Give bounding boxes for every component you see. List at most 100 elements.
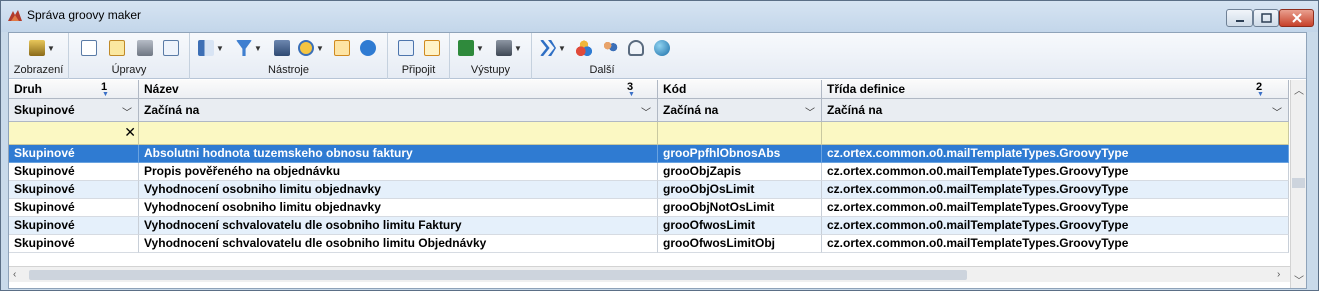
group-pripojit: Připojit: [388, 33, 450, 79]
vertical-scrollbar[interactable]: ︿ ﹀: [1290, 80, 1306, 288]
cell-nazev[interactable]: Vyhodnocení schvalovatelu dle osobniho l…: [139, 217, 658, 235]
scroll-left-icon[interactable]: ‹: [13, 269, 16, 280]
scroll-thumb[interactable]: [1292, 178, 1305, 188]
close-button[interactable]: [1279, 9, 1314, 27]
shapes-button[interactable]: [576, 39, 592, 57]
shapes-icon: [576, 40, 592, 56]
table-row[interactable]: Skupinové Vyhodnocení osobniho limitu obj…: [9, 199, 1289, 217]
columns-button[interactable]: ▼: [198, 39, 224, 57]
window-title: Správa groovy maker: [27, 8, 142, 22]
filter-value: Začíná na: [663, 103, 719, 117]
chevron-down-icon[interactable]: ﹀: [805, 104, 815, 119]
title-bar[interactable]: Správa groovy maker: [1, 1, 1318, 32]
web-button[interactable]: [654, 39, 670, 57]
group-label: Nástroje: [268, 64, 309, 76]
filter-button[interactable]: ▼: [236, 39, 262, 57]
group-dalsi: ▼ Další: [532, 33, 672, 79]
chevron-down-icon[interactable]: ﹀: [1272, 104, 1282, 119]
view-icon: [29, 40, 45, 56]
group-label: Úpravy: [111, 64, 147, 76]
cell-nazev[interactable]: Vyhodnocení schvalovatelu dle osobniho l…: [139, 235, 658, 253]
more-actions-button[interactable]: ▼: [540, 39, 566, 57]
double-chevron-icon: [540, 40, 556, 56]
cell-kod[interactable]: grooObjNotOsLimit: [658, 199, 822, 217]
cell-kod[interactable]: grooPpfhlObnosAbs: [658, 145, 822, 163]
cell-druh[interactable]: Skupinové: [9, 145, 139, 163]
schedule-button[interactable]: ▼: [298, 39, 324, 57]
print-button[interactable]: [274, 39, 290, 57]
output-print-button[interactable]: ▼: [496, 39, 522, 57]
attach-list-button[interactable]: [424, 39, 440, 57]
users-icon: [602, 40, 618, 56]
help-icon: [360, 40, 376, 56]
view-menu-button[interactable]: ▼: [29, 39, 55, 57]
chevron-down-icon[interactable]: ﹀: [641, 104, 651, 119]
cell-druh[interactable]: Skupinové: [9, 163, 139, 181]
cell-druh[interactable]: Skupinové: [9, 199, 139, 217]
new-button[interactable]: [81, 39, 97, 57]
column-header-nazev[interactable]: Název 3 ▼: [139, 80, 658, 99]
delete-button[interactable]: [137, 39, 153, 57]
filter-trida[interactable]: Začíná na ﹀: [822, 99, 1289, 122]
chevron-down-icon[interactable]: ﹀: [122, 104, 132, 119]
filter-druh[interactable]: Skupinové ﹀: [9, 99, 139, 122]
filter-value: Skupinové: [14, 103, 75, 117]
cell-trida[interactable]: cz.ortex.common.o0.mailTemplateTypes.Gro…: [822, 217, 1289, 235]
maximize-button[interactable]: [1253, 9, 1279, 27]
column-header-kod[interactable]: Kód: [658, 80, 822, 99]
help-button[interactable]: [360, 39, 376, 57]
edit-button[interactable]: [109, 39, 125, 57]
filter-input-nazev[interactable]: [139, 122, 658, 145]
scroll-down-icon[interactable]: ﹀: [1294, 272, 1304, 287]
excel-export-button[interactable]: ▼: [458, 39, 484, 57]
data-grid: Druh 1 ▼ Název 3 ▼ Kód Třída definice 2 …: [9, 80, 1289, 260]
close-icon[interactable]: ✕: [124, 124, 136, 141]
sort-asc-icon: ▼: [1257, 91, 1264, 98]
app-icon: [8, 10, 22, 21]
cell-nazev[interactable]: Vyhodnocení osobniho limitu objednavky: [139, 199, 658, 217]
filter-input-kod[interactable]: [658, 122, 822, 145]
table-row[interactable]: Skupinové Vyhodnocení schvalovatelu dle o…: [9, 217, 1289, 235]
users-button[interactable]: [602, 39, 618, 57]
cell-trida[interactable]: cz.ortex.common.o0.mailTemplateTypes.Gro…: [822, 235, 1289, 253]
cell-druh[interactable]: Skupinové: [9, 235, 139, 253]
group-label: Zobrazení: [13, 64, 64, 76]
cell-druh[interactable]: Skupinové: [9, 217, 139, 235]
columns-icon: [198, 40, 214, 56]
column-header-druh[interactable]: Druh 1 ▼: [9, 80, 139, 99]
table-row[interactable]: Skupinové Vyhodnocení schvalovatelu dle o…: [9, 235, 1289, 253]
table-row[interactable]: Skupinové Vyhodnocení osobniho limitu obj…: [9, 181, 1289, 199]
edit-record-icon: [109, 40, 125, 56]
filter-input-trida[interactable]: [822, 122, 1289, 145]
cell-nazev[interactable]: Absolutni hodnota tuzemskeho obnosu fakt…: [139, 145, 658, 163]
cell-trida[interactable]: cz.ortex.common.o0.mailTemplateTypes.Gro…: [822, 181, 1289, 199]
horizontal-scrollbar[interactable]: ‹ ›: [9, 266, 1290, 282]
filter-kod[interactable]: Začíná na ﹀: [658, 99, 822, 122]
scroll-right-icon[interactable]: ›: [1277, 269, 1280, 280]
cell-nazev[interactable]: Vyhodnocení osobniho limitu objednavky: [139, 181, 658, 199]
cell-trida[interactable]: cz.ortex.common.o0.mailTemplateTypes.Gro…: [822, 199, 1289, 217]
column-header-trida[interactable]: Třída definice 2 ▼: [822, 80, 1289, 99]
headset-icon: [628, 40, 644, 56]
cell-druh[interactable]: Skupinové: [9, 181, 139, 199]
scroll-up-icon[interactable]: ︿: [1294, 82, 1304, 97]
filter-input-druh[interactable]: ✕: [9, 122, 139, 145]
cell-trida[interactable]: cz.ortex.common.o0.mailTemplateTypes.Gro…: [822, 163, 1289, 181]
table-row[interactable]: Skupinové Absolutni hodnota tuzemskeho ob…: [9, 145, 1289, 163]
filter-nazev[interactable]: Začíná na ﹀: [139, 99, 658, 122]
cell-nazev[interactable]: Propis pověřeného na objednávku: [139, 163, 658, 181]
scroll-thumb[interactable]: [29, 270, 967, 280]
copy-button[interactable]: [163, 39, 179, 57]
table-row[interactable]: Skupinové Propis pověřeného na objednávku…: [9, 163, 1289, 181]
support-button[interactable]: [628, 39, 644, 57]
layout-button[interactable]: [334, 39, 350, 57]
client-area: ▼ Zobrazení Úpravy ▼ ▼ ▼ Nástroje Připoj…: [8, 32, 1307, 289]
cell-kod[interactable]: grooOfwosLimitObj: [658, 235, 822, 253]
attach-note-button[interactable]: [398, 39, 414, 57]
minimize-button[interactable]: [1226, 9, 1253, 27]
window: Správa groovy maker ▼ Zobrazení Úpravy ▼…: [0, 0, 1319, 291]
cell-kod[interactable]: grooOfwosLimit: [658, 217, 822, 235]
cell-trida[interactable]: cz.ortex.common.o0.mailTemplateTypes.Gro…: [822, 145, 1289, 163]
cell-kod[interactable]: grooObjZapis: [658, 163, 822, 181]
cell-kod[interactable]: grooObjOsLimit: [658, 181, 822, 199]
